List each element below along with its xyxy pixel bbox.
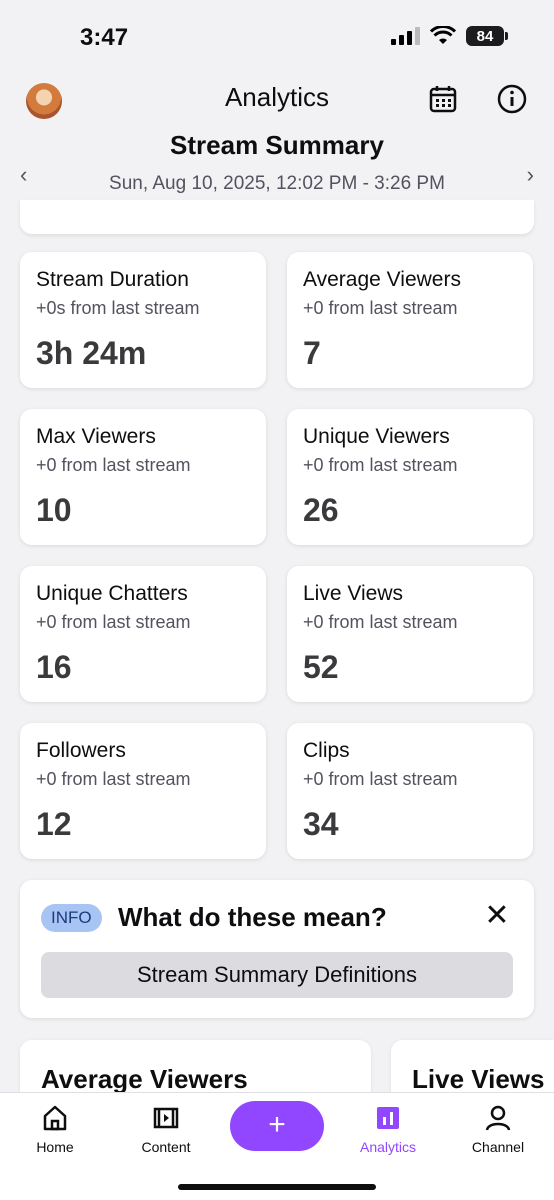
stat-card-stream-duration[interactable]: Stream Duration +0s from last stream 3h … xyxy=(20,252,266,388)
stat-delta: +0 from last stream xyxy=(36,612,191,632)
info-badge: INFO xyxy=(41,904,102,932)
stat-card-clips[interactable]: Clips +0 from last stream 34 xyxy=(287,723,533,859)
chart-card-title: Average Viewers xyxy=(41,1064,248,1094)
stat-label: Followers xyxy=(36,739,126,762)
stat-card-unique-viewers[interactable]: Unique Viewers +0 from last stream 26 xyxy=(287,409,533,545)
tab-channel[interactable]: Channel xyxy=(453,1103,543,1155)
close-icon[interactable]: ✕ xyxy=(484,901,510,931)
stat-value: 3h 24m xyxy=(36,335,147,371)
tab-label: Home xyxy=(36,1139,74,1155)
signal-icon xyxy=(391,27,420,45)
stat-label: Max Viewers xyxy=(36,425,156,448)
home-icon xyxy=(43,1105,67,1131)
stat-value: 52 xyxy=(303,649,339,685)
info-icon[interactable] xyxy=(496,83,528,115)
tab-label: Analytics xyxy=(359,1139,417,1155)
card-edge xyxy=(20,200,534,234)
stat-card-average-viewers[interactable]: Average Viewers +0 from last stream 7 xyxy=(287,252,533,388)
tab-label: Channel xyxy=(471,1139,525,1155)
app-header: Analytics xyxy=(0,70,554,130)
stat-label: Clips xyxy=(303,739,350,762)
stat-value: 16 xyxy=(36,649,72,685)
stat-card-live-views[interactable]: Live Views +0 from last stream 52 xyxy=(287,566,533,702)
stat-value: 26 xyxy=(303,492,339,528)
stat-delta: +0 from last stream xyxy=(303,769,458,789)
stream-summary-definitions-button[interactable]: Stream Summary Definitions xyxy=(41,952,513,998)
stat-value: 12 xyxy=(36,806,72,842)
summary-title: Stream Summary xyxy=(170,130,384,160)
stat-label: Live Views xyxy=(303,582,403,605)
stat-value: 7 xyxy=(303,335,321,371)
stat-card-unique-chatters[interactable]: Unique Chatters +0 from last stream 16 xyxy=(20,566,266,702)
home-indicator xyxy=(178,1184,376,1190)
stat-delta: +0 from last stream xyxy=(303,298,458,318)
analytics-icon xyxy=(377,1107,399,1129)
page-title: Analytics xyxy=(224,82,330,112)
stat-value: 34 xyxy=(303,806,339,842)
tab-label: Content xyxy=(141,1139,191,1155)
stat-delta: +0 from last stream xyxy=(303,612,458,632)
stat-label: Average Viewers xyxy=(303,268,461,291)
stat-delta: +0 from last stream xyxy=(303,455,458,475)
stat-delta: +0s from last stream xyxy=(36,298,200,318)
summary-date-range: Sun, Aug 10, 2025, 12:02 PM - 3:26 PM xyxy=(109,173,445,194)
stat-value: 10 xyxy=(36,492,72,528)
add-button[interactable]: + xyxy=(230,1101,324,1151)
calendar-icon[interactable] xyxy=(427,83,459,115)
status-indicators: 84 xyxy=(391,26,508,46)
wifi-icon xyxy=(430,26,456,44)
stat-card-max-viewers[interactable]: Max Viewers +0 from last stream 10 xyxy=(20,409,266,545)
info-card: INFO What do these mean? ✕ Stream Summar… xyxy=(20,880,534,1018)
previous-stream-arrow[interactable]: ‹ xyxy=(20,162,27,188)
stat-label: Unique Chatters xyxy=(36,582,188,605)
stat-delta: +0 from last stream xyxy=(36,455,191,475)
status-bar: 3:47 84 xyxy=(0,0,554,70)
status-time: 3:47 xyxy=(80,24,129,51)
tab-content[interactable]: Content xyxy=(121,1103,211,1155)
stat-label: Stream Duration xyxy=(36,268,189,291)
tab-home[interactable]: Home xyxy=(10,1103,100,1155)
stat-label: Unique Viewers xyxy=(303,425,450,448)
stat-delta: +0 from last stream xyxy=(36,769,191,789)
video-content-icon xyxy=(153,1107,179,1129)
user-icon xyxy=(485,1105,511,1131)
battery-icon: 84 xyxy=(466,26,508,46)
stat-card-followers[interactable]: Followers +0 from last stream 12 xyxy=(20,723,266,859)
chart-card-title: Live Views xyxy=(412,1064,545,1094)
tab-analytics[interactable]: Analytics xyxy=(343,1103,433,1155)
info-question: What do these mean? xyxy=(118,902,387,932)
next-stream-arrow[interactable]: › xyxy=(527,162,534,188)
